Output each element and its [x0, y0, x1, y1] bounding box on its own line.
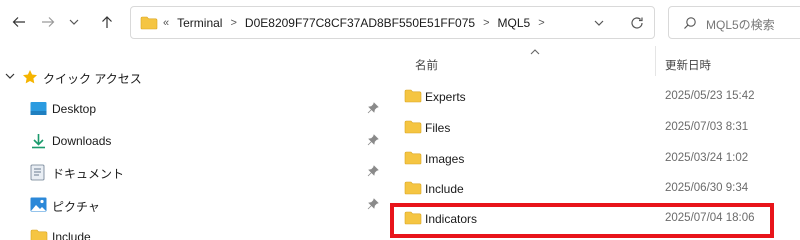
search-placeholder: MQL5の検索: [706, 18, 775, 32]
recent-locations-button[interactable]: [63, 11, 85, 33]
star-icon: [23, 70, 37, 84]
breadcrumb-separator-icon[interactable]: >: [230, 17, 236, 29]
arrow-left-icon: [12, 17, 25, 27]
navigation-pane: クイック アクセス Desktop Downloads ドキュメント ピクチャ …: [0, 44, 388, 240]
column-divider[interactable]: [655, 46, 656, 76]
chevron-down-icon[interactable]: [4, 70, 16, 82]
chevron-down-icon[interactable]: [593, 17, 605, 29]
pin-icon[interactable]: [367, 102, 379, 114]
address-bar[interactable]: « Terminal > D0E8209F77C8CF37AD8BF550E51…: [130, 6, 655, 39]
download-icon: [32, 134, 45, 149]
file-row[interactable]: Files 2025/07/03 8:31: [390, 116, 800, 140]
refresh-icon[interactable]: [629, 15, 645, 31]
file-date: 2025/05/23 15:42: [665, 90, 755, 102]
breadcrumb-overflow[interactable]: «: [163, 17, 169, 29]
breadcrumb-separator-icon[interactable]: >: [483, 17, 489, 29]
file-date: 2025/07/03 8:31: [665, 121, 749, 133]
sidebar-item-documents[interactable]: ドキュメント: [0, 161, 388, 183]
folder-icon: [404, 181, 422, 195]
breadcrumb-item-mql5[interactable]: MQL5: [498, 16, 531, 30]
file-name: Include: [425, 182, 464, 196]
folder-icon: [140, 16, 158, 30]
desktop-icon: [30, 102, 47, 115]
file-row[interactable]: Images 2025/03/24 1:02: [390, 147, 800, 171]
file-name: Images: [425, 152, 465, 166]
folder-icon: [30, 229, 48, 240]
breadcrumb: « Terminal > D0E8209F77C8CF37AD8BF550E51…: [163, 7, 553, 38]
folder-icon: [404, 89, 422, 103]
sort-ascending-icon: [530, 49, 540, 55]
arrow-up-icon: [102, 16, 112, 28]
breadcrumb-item-terminal[interactable]: Terminal: [177, 16, 222, 30]
quick-access-label: クイック アクセス: [43, 72, 142, 86]
pin-icon[interactable]: [367, 198, 379, 210]
pin-icon[interactable]: [367, 134, 379, 146]
back-button[interactable]: [8, 11, 30, 33]
document-icon: [30, 164, 45, 181]
up-button[interactable]: [96, 11, 118, 33]
file-date: 2025/03/24 1:02: [665, 152, 749, 164]
sidebar-item-pictures[interactable]: ピクチャ: [0, 194, 388, 216]
sidebar-item-label: Downloads: [52, 134, 112, 148]
file-row[interactable]: Include 2025/06/30 9:34: [390, 177, 800, 201]
sidebar-item-label: ピクチャ: [52, 200, 100, 214]
sidebar-item-label: Include: [52, 230, 91, 240]
sidebar-item-downloads[interactable]: Downloads: [0, 130, 388, 152]
picture-icon: [30, 197, 47, 212]
highlight-annotation: [390, 203, 774, 238]
sidebar-item-include[interactable]: Include: [0, 226, 388, 240]
quick-access-header[interactable]: クイック アクセス: [0, 66, 388, 88]
sidebar-item-label: ドキュメント: [52, 167, 125, 181]
sidebar-item-label: Desktop: [52, 102, 97, 116]
search-box[interactable]: MQL5の検索: [668, 6, 800, 39]
folder-icon: [404, 151, 422, 165]
pin-icon[interactable]: [367, 165, 379, 177]
chevron-down-icon: [69, 19, 79, 25]
breadcrumb-separator-icon[interactable]: >: [538, 17, 544, 29]
file-name: Files: [425, 121, 451, 135]
search-icon: [684, 17, 696, 29]
file-row[interactable]: Experts 2025/05/23 15:42: [390, 85, 800, 109]
arrow-right-icon: [42, 17, 55, 27]
forward-button[interactable]: [37, 11, 59, 33]
navigation-bar: « Terminal > D0E8209F77C8CF37AD8BF550E51…: [0, 0, 800, 44]
breadcrumb-item-terminal-id[interactable]: D0E8209F77C8CF37AD8BF550E51FF075: [245, 16, 475, 30]
file-name: Experts: [425, 90, 466, 104]
sidebar-item-desktop[interactable]: Desktop: [0, 98, 388, 120]
column-header-date-modified[interactable]: 更新日時: [665, 57, 711, 73]
file-date: 2025/06/30 9:34: [665, 182, 749, 194]
folder-icon: [404, 120, 422, 134]
column-header-name[interactable]: 名前: [415, 57, 438, 73]
